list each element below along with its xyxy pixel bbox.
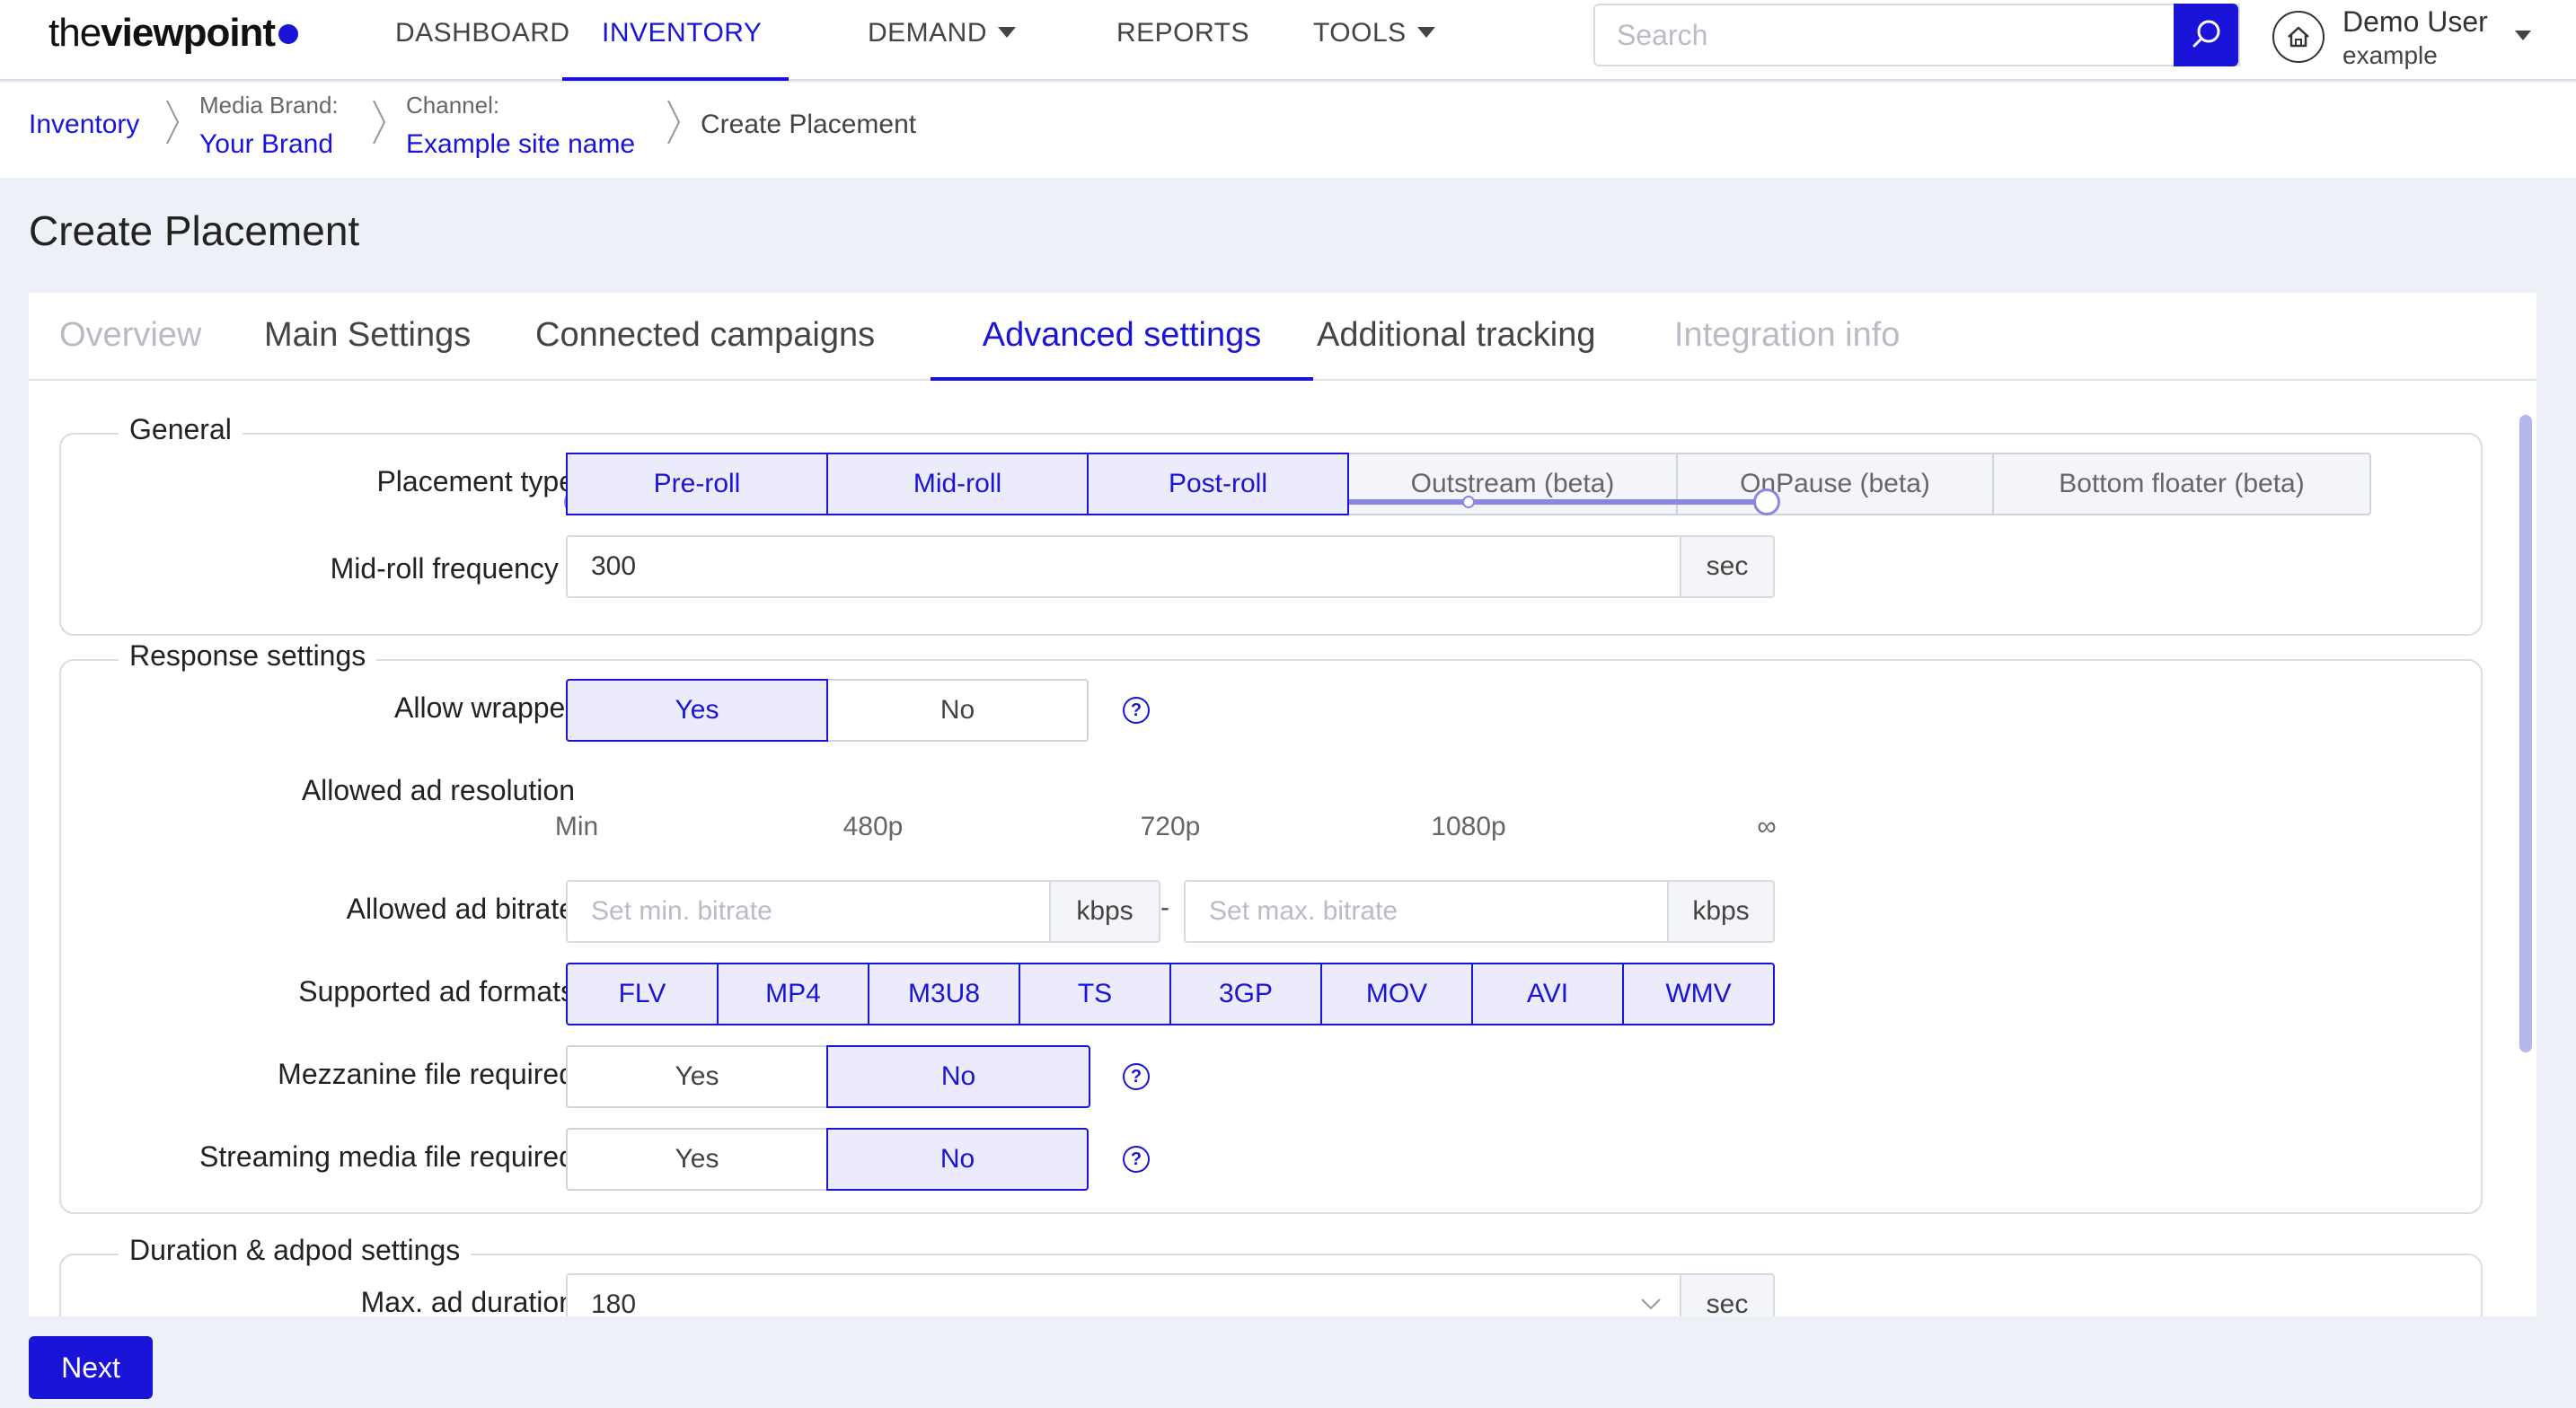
resolution-label-720p: 720p	[1140, 812, 1201, 841]
placement-type-postroll[interactable]: Post-roll	[1087, 453, 1349, 515]
tab-additional-tracking[interactable]: Additional tracking	[1317, 316, 1596, 381]
streaming-yes[interactable]: Yes	[566, 1128, 828, 1191]
placement-type-onpause[interactable]: OnPause (beta)	[1676, 453, 1994, 515]
supported-ad-formats-label: Supported ad formats	[298, 975, 575, 1008]
max-ad-duration-input[interactable]	[568, 1275, 1680, 1316]
help-icon[interactable]: ?	[1123, 1063, 1150, 1090]
placement-type-label: Placement type	[376, 465, 575, 497]
chevron-down-icon[interactable]	[2515, 31, 2531, 40]
bitrate-max-input[interactable]	[1186, 882, 1667, 941]
resolution-label-max: ∞	[1757, 812, 1777, 841]
breadcrumb: Inventory Media Brand: Your Brand Channe…	[0, 83, 2576, 178]
format-avi[interactable]: AVI	[1471, 963, 1624, 1025]
format-mov[interactable]: MOV	[1320, 963, 1473, 1025]
max-ad-duration-field	[566, 1273, 1681, 1316]
bitrate-max-field	[1184, 880, 1669, 943]
mezzanine-no[interactable]: No	[826, 1045, 1090, 1108]
breadcrumb-current: Create Placement	[701, 110, 917, 139]
tab-connected-campaigns[interactable]: Connected campaigns	[535, 316, 875, 381]
resolution-label-min: Min	[554, 812, 599, 841]
format-flv[interactable]: FLV	[566, 963, 719, 1025]
search-icon	[2192, 20, 2220, 48]
next-button[interactable]: Next	[29, 1336, 153, 1399]
bitrate-range-dash: -	[1160, 893, 1169, 922]
resolution-label-480p: 480p	[842, 812, 904, 841]
format-3gp[interactable]: 3GP	[1169, 963, 1322, 1025]
nav-demand[interactable]: DEMAND	[868, 0, 1017, 81]
format-mp4[interactable]: MP4	[717, 963, 869, 1025]
midroll-unit: sec	[1680, 535, 1775, 598]
format-ts[interactable]: TS	[1019, 963, 1171, 1025]
bitrate-min-input[interactable]	[568, 882, 1049, 941]
home-icon[interactable]	[2272, 11, 2325, 63]
streaming-no[interactable]: No	[826, 1128, 1089, 1191]
tab-advanced-settings[interactable]: Advanced settings	[931, 316, 1313, 381]
settings-card: Overview Main Settings Connected campaig…	[29, 293, 2536, 1316]
nav-reports[interactable]: REPORTS	[1116, 0, 1249, 81]
resolution-slider-handle-max[interactable]	[1753, 488, 1780, 515]
breadcrumb-inventory[interactable]: Inventory	[29, 110, 139, 140]
bitrate-min-field	[566, 880, 1051, 943]
breadcrumb-chevron-icon	[166, 100, 180, 145]
page-title: Create Placement	[29, 207, 360, 254]
allow-wrapper-yes[interactable]: Yes	[566, 679, 828, 742]
help-icon[interactable]: ?	[1123, 1146, 1150, 1173]
search-input[interactable]	[1595, 5, 2238, 65]
response-settings-legend: Response settings	[119, 639, 377, 673]
chevron-down-icon[interactable]	[1640, 1297, 1662, 1311]
placement-type-midroll[interactable]: Mid-roll	[826, 453, 1089, 515]
bitrate-min-unit: kbps	[1049, 880, 1160, 943]
logo-dot	[278, 24, 299, 44]
breadcrumb-brand-caption: Media Brand:	[199, 92, 339, 119]
logo[interactable]: theviewpoint	[49, 11, 299, 56]
allow-wrapper-label: Allow wrapper	[394, 691, 575, 724]
scrollbar-thumb[interactable]	[2519, 415, 2532, 1052]
breadcrumb-chevron-icon	[667, 100, 681, 145]
tab-integration-info[interactable]: Integration info	[1674, 316, 1900, 381]
resolution-tick-1080p[interactable]	[1462, 496, 1475, 508]
midroll-frequency-label: Mid-roll frequency*	[331, 546, 575, 585]
user-account: example	[2342, 41, 2438, 69]
nav-tools[interactable]: TOOLS	[1313, 0, 1435, 81]
allowed-ad-bitrate-label: Allowed ad bitrate	[346, 893, 575, 925]
nav-inventory[interactable]: INVENTORY	[562, 0, 789, 81]
nav-dashboard[interactable]: DASHBOARD	[395, 0, 570, 81]
max-ad-duration-unit: sec	[1680, 1273, 1775, 1316]
tab-main-settings[interactable]: Main Settings	[264, 316, 471, 381]
allowed-ad-resolution-label: Allowed ad resolution	[301, 774, 575, 806]
max-ad-duration-label: Max. ad duration	[360, 1286, 575, 1316]
user-name[interactable]: Demo User	[2342, 5, 2488, 39]
tab-bar: Overview Main Settings Connected campaig…	[29, 293, 2536, 381]
format-m3u8[interactable]: M3U8	[868, 963, 1020, 1025]
duration-adpod-legend: Duration & adpod settings	[119, 1234, 472, 1267]
search-button[interactable]	[2174, 4, 2238, 66]
chevron-down-icon	[998, 27, 1017, 38]
resolution-label-1080p: 1080p	[1431, 812, 1506, 841]
top-navigation-bar: theviewpoint DASHBOARD INVENTORY DEMAND …	[0, 0, 2576, 81]
format-wmv[interactable]: WMV	[1622, 963, 1775, 1025]
placement-type-bottom-floater[interactable]: Bottom floater (beta)	[1992, 453, 2371, 515]
breadcrumb-channel-caption: Channel:	[406, 92, 500, 119]
chevron-down-icon	[1416, 27, 1435, 38]
tab-overview[interactable]: Overview	[59, 316, 201, 381]
midroll-frequency-input[interactable]	[568, 537, 1680, 596]
breadcrumb-channel[interactable]: Example site name	[406, 129, 635, 160]
streaming-media-file-label: Streaming media file required	[199, 1140, 575, 1173]
search-field	[1593, 4, 2240, 66]
mezzanine-file-label: Mezzanine file required	[278, 1058, 575, 1090]
breadcrumb-brand[interactable]: Your Brand	[199, 129, 333, 160]
general-legend: General	[119, 413, 243, 446]
mezzanine-yes[interactable]: Yes	[566, 1045, 828, 1108]
allow-wrapper-no[interactable]: No	[826, 679, 1089, 742]
bitrate-max-unit: kbps	[1667, 880, 1775, 943]
placement-type-outstream[interactable]: Outstream (beta)	[1347, 453, 1678, 515]
placement-type-preroll[interactable]: Pre-roll	[566, 453, 828, 515]
midroll-frequency-field	[566, 535, 1681, 598]
help-icon[interactable]: ?	[1123, 697, 1150, 724]
breadcrumb-chevron-icon	[373, 100, 386, 145]
